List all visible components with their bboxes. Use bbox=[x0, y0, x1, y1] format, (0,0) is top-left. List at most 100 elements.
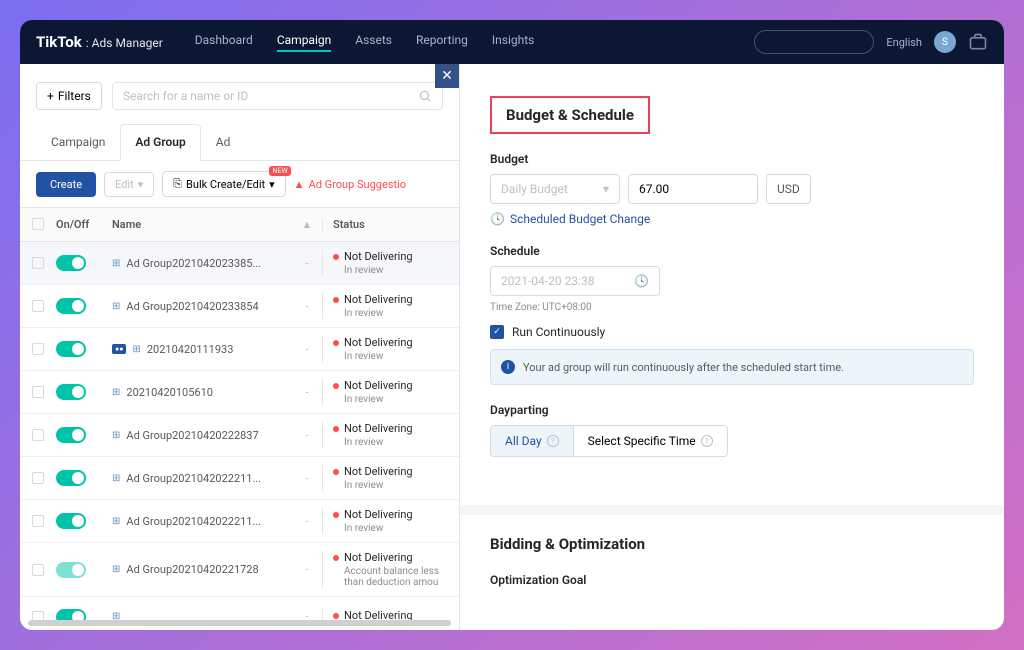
status-dot-icon bbox=[333, 383, 339, 389]
filters-button[interactable]: +Filters bbox=[36, 82, 102, 110]
budget-amount-input[interactable] bbox=[628, 174, 758, 204]
warning-cell: - bbox=[292, 429, 322, 442]
row-checkbox[interactable] bbox=[32, 611, 44, 621]
dayparting-specific-time[interactable]: Select Specific Time? bbox=[574, 426, 727, 456]
onoff-toggle[interactable] bbox=[56, 609, 86, 621]
language-selector[interactable]: English bbox=[886, 36, 922, 49]
clock-icon: 🕓 bbox=[634, 274, 649, 288]
onoff-toggle[interactable] bbox=[56, 427, 86, 443]
tree-icon: ⊞ bbox=[132, 344, 140, 355]
select-all-checkbox[interactable] bbox=[32, 218, 44, 230]
search-input[interactable]: Search for a name or ID bbox=[112, 82, 443, 110]
row-checkbox[interactable] bbox=[32, 386, 44, 398]
onoff-toggle[interactable] bbox=[56, 341, 86, 357]
row-checkbox[interactable] bbox=[32, 472, 44, 484]
column-onoff[interactable]: On/Off bbox=[56, 218, 112, 231]
row-checkbox[interactable] bbox=[32, 515, 44, 527]
onoff-toggle[interactable] bbox=[56, 513, 86, 529]
adgroup-name[interactable]: ⊞20210420105610 bbox=[112, 386, 292, 399]
adgroup-name[interactable]: ⊞Ad Group2021042022211... bbox=[112, 472, 292, 485]
warning-cell: - bbox=[292, 343, 322, 356]
badge-icon: ●● bbox=[112, 344, 126, 354]
dayparting-all-day[interactable]: All Day? bbox=[491, 426, 574, 456]
nav-reporting[interactable]: Reporting bbox=[416, 33, 468, 52]
row-checkbox[interactable] bbox=[32, 300, 44, 312]
schedule-date-input[interactable]: 2021-04-20 23:38🕓 bbox=[490, 266, 660, 296]
help-icon[interactable]: ? bbox=[547, 435, 559, 447]
adgroup-name[interactable]: ⊞Ad Group2021042022211... bbox=[112, 515, 292, 528]
adgroup-name[interactable]: ●●⊞20210420111933 bbox=[112, 343, 292, 356]
status-dot-icon bbox=[333, 340, 339, 346]
status-dot-icon bbox=[333, 469, 339, 475]
close-panel-button[interactable]: ✕ bbox=[435, 64, 459, 88]
table-row[interactable]: ⊞Ad Group20210420221728 - Not Delivering… bbox=[20, 543, 459, 597]
section-divider bbox=[460, 505, 1004, 515]
clock-icon: 🕓 bbox=[490, 212, 505, 226]
adgroup-name[interactable]: ⊞Ad Group2021042023385... bbox=[112, 257, 292, 270]
tab-ad[interactable]: Ad bbox=[201, 124, 246, 160]
user-avatar[interactable]: S bbox=[934, 31, 956, 53]
horizontal-scrollbar[interactable] bbox=[28, 620, 451, 626]
row-checkbox[interactable] bbox=[32, 343, 44, 355]
row-checkbox[interactable] bbox=[32, 564, 44, 576]
tab-adgroup[interactable]: Ad Group bbox=[120, 124, 200, 161]
account-selector[interactable] bbox=[754, 30, 874, 54]
tree-icon: ⊞ bbox=[112, 473, 120, 484]
tab-campaign[interactable]: Campaign bbox=[36, 124, 120, 160]
column-status[interactable]: Status bbox=[322, 218, 442, 231]
scheduled-budget-change-link[interactable]: 🕓Scheduled Budget Change bbox=[490, 212, 974, 226]
row-checkbox[interactable] bbox=[32, 257, 44, 269]
adgroup-name[interactable]: ⊞Ad Group20210420233854 bbox=[112, 300, 292, 313]
adgroup-name[interactable]: ⊞Ad Group20210420222837 bbox=[112, 429, 292, 442]
status-dot-icon bbox=[333, 555, 339, 561]
onoff-toggle[interactable] bbox=[56, 255, 86, 271]
column-warning: ▲ bbox=[292, 218, 322, 231]
nav-assets[interactable]: Assets bbox=[355, 33, 392, 52]
onoff-toggle[interactable] bbox=[56, 562, 86, 578]
create-button[interactable]: Create bbox=[36, 172, 96, 197]
table-row[interactable]: ⊞Ad Group20210420233854 - Not Delivering… bbox=[20, 285, 459, 328]
adgroup-name[interactable]: ⊞Ad Group20210420221728 bbox=[112, 563, 292, 576]
tree-icon: ⊞ bbox=[112, 516, 120, 527]
budget-label: Budget bbox=[490, 152, 974, 166]
help-icon[interactable]: ? bbox=[701, 435, 713, 447]
table-row[interactable]: ⊞Ad Group2021042022211... - Not Deliveri… bbox=[20, 457, 459, 500]
onoff-toggle[interactable] bbox=[56, 384, 86, 400]
adgroup-name[interactable]: ⊞ bbox=[112, 611, 292, 620]
run-continuously-checkbox[interactable]: ✓ bbox=[490, 325, 504, 339]
dayparting-label: Dayparting bbox=[490, 403, 974, 417]
budget-type-select[interactable]: Daily Budget▾ bbox=[490, 174, 620, 204]
row-checkbox[interactable] bbox=[32, 429, 44, 441]
table-row[interactable]: ⊞Ad Group20210420222837 - Not Delivering… bbox=[20, 414, 459, 457]
status-cell: Not DeliveringIn review bbox=[333, 379, 442, 405]
bulk-create-edit-button[interactable]: ⎘Bulk Create/Edit▾ NEW bbox=[162, 171, 285, 197]
table-row[interactable]: ⊞20210420105610 - Not DeliveringIn revie… bbox=[20, 371, 459, 414]
nav-dashboard[interactable]: Dashboard bbox=[195, 33, 253, 52]
table-header: On/Off Name ▲ Status bbox=[20, 207, 459, 242]
table-row[interactable]: ●●⊞20210420111933 - Not DeliveringIn rev… bbox=[20, 328, 459, 371]
currency-label: USD bbox=[766, 174, 811, 204]
column-name[interactable]: Name bbox=[112, 218, 292, 231]
ad-group-suggestion[interactable]: ▲Ad Group Suggestio bbox=[294, 178, 406, 191]
run-continuously-label: Run Continuously bbox=[512, 325, 605, 339]
schedule-label: Schedule bbox=[490, 244, 974, 258]
table-row[interactable]: ⊞Ad Group2021042023385... - Not Deliveri… bbox=[20, 242, 459, 285]
status-dot-icon bbox=[333, 254, 339, 260]
tree-icon: ⊞ bbox=[112, 564, 120, 575]
nav-insights[interactable]: Insights bbox=[492, 33, 534, 52]
onoff-toggle[interactable] bbox=[56, 298, 86, 314]
table-row[interactable]: ⊞Ad Group2021042022211... - Not Deliveri… bbox=[20, 500, 459, 543]
nav-campaign[interactable]: Campaign bbox=[277, 33, 331, 52]
tree-icon: ⊞ bbox=[112, 430, 120, 441]
warning-cell: - bbox=[292, 257, 322, 270]
optimization-goal-label: Optimization Goal bbox=[490, 573, 974, 587]
right-panel: Budget & Schedule Budget Daily Budget▾ U… bbox=[460, 64, 1004, 630]
status-cell: Not DeliveringIn review bbox=[333, 465, 442, 491]
briefcase-icon[interactable] bbox=[968, 32, 988, 52]
table-row[interactable]: ⊞ - Not Delivering bbox=[20, 597, 459, 620]
edit-button[interactable]: Edit▾ bbox=[104, 172, 154, 197]
tree-icon: ⊞ bbox=[112, 301, 120, 312]
warning-cell: - bbox=[292, 472, 322, 485]
tree-icon: ⊞ bbox=[112, 258, 120, 269]
onoff-toggle[interactable] bbox=[56, 470, 86, 486]
